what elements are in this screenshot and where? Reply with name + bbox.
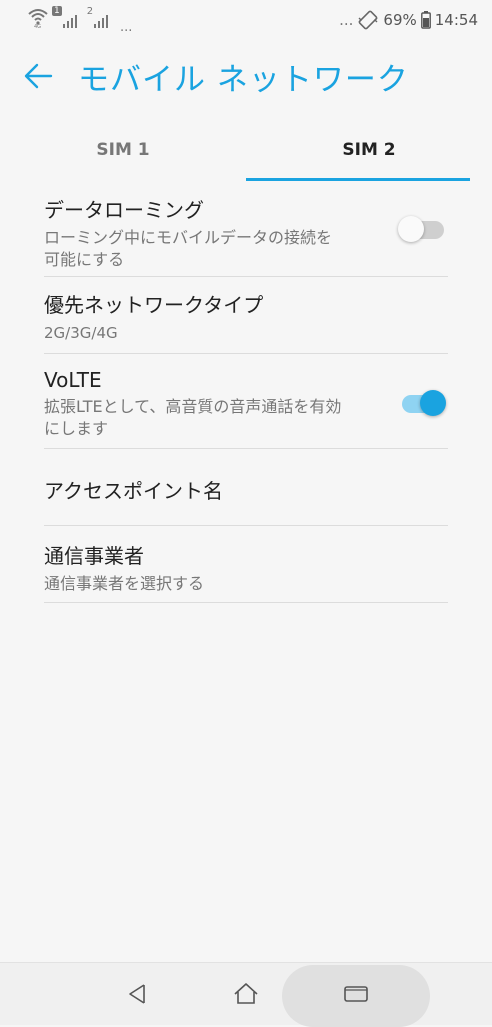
list-item-volte[interactable]: VoLTE 拡張LTEとして、高音質の音声通話を有効にします — [44, 354, 448, 449]
status-bar: 4G 1 2 ... ... 69% 14:54 — [0, 0, 492, 40]
list-item-access-point-names[interactable]: アクセスポイント名 — [44, 449, 448, 526]
home-icon — [234, 983, 258, 1004]
tab-indicator — [246, 178, 470, 181]
nav-back-button[interactable] — [108, 963, 168, 1025]
list-item-carrier[interactable]: 通信事業者 通信事業者を選択する — [44, 526, 448, 603]
sim2-badge: 2 — [86, 6, 94, 17]
volte-title: VoLTE — [44, 368, 102, 392]
svg-text:4G: 4G — [34, 24, 41, 28]
volte-toggle[interactable] — [398, 388, 448, 418]
preferred-network-title: 優先ネットワークタイプ — [44, 293, 264, 317]
clock: 14:54 — [434, 11, 478, 29]
nav-home-button[interactable] — [216, 963, 276, 1025]
nav-recents-button[interactable] — [326, 963, 386, 1025]
apn-title: アクセスポイント名 — [44, 479, 223, 503]
back-arrow-icon[interactable] — [22, 60, 54, 92]
list-item-preferred-network-type[interactable]: 優先ネットワークタイプ 2G/3G/4G — [44, 277, 448, 354]
signal-sim1-icon — [62, 12, 77, 28]
wifi-icon: 4G — [28, 9, 48, 28]
settings-list: データローミング ローミング中にモバイルデータの接続を可能にする 優先ネットワー… — [44, 182, 448, 603]
battery-percent: 69% — [383, 11, 417, 29]
sim-tabs: SIM 1 SIM 2 — [0, 118, 492, 182]
status-overflow: ... — [339, 11, 354, 29]
list-item-data-roaming[interactable]: データローミング ローミング中にモバイルデータの接続を可能にする — [44, 182, 448, 277]
data-roaming-title: データローミング — [44, 198, 204, 222]
signal-sim2-icon — [94, 12, 109, 28]
app-header: モバイル ネットワーク — [0, 44, 492, 108]
data-roaming-summary: ローミング中にモバイルデータの接続を可能にする — [44, 228, 333, 269]
battery-icon — [420, 11, 431, 29]
volte-summary: 拡張LTEとして、高音質の音声通話を有効にします — [44, 397, 342, 438]
recents-icon — [344, 986, 368, 1002]
notification-overflow-icon: ... — [120, 20, 133, 35]
carrier-summary: 通信事業者を選択する — [44, 574, 205, 593]
navigation-bar — [0, 962, 492, 1027]
preferred-network-summary: 2G/3G/4G — [44, 324, 118, 342]
tab-sim1[interactable]: SIM 1 — [0, 118, 246, 182]
page-title: モバイル ネットワーク — [78, 62, 409, 98]
carrier-title: 通信事業者 — [44, 544, 144, 568]
data-roaming-toggle[interactable] — [398, 214, 448, 244]
vibrate-icon — [358, 10, 378, 30]
tab-sim2[interactable]: SIM 2 — [246, 118, 492, 182]
back-icon — [129, 984, 145, 1004]
sim1-badge: 1 — [52, 6, 62, 16]
